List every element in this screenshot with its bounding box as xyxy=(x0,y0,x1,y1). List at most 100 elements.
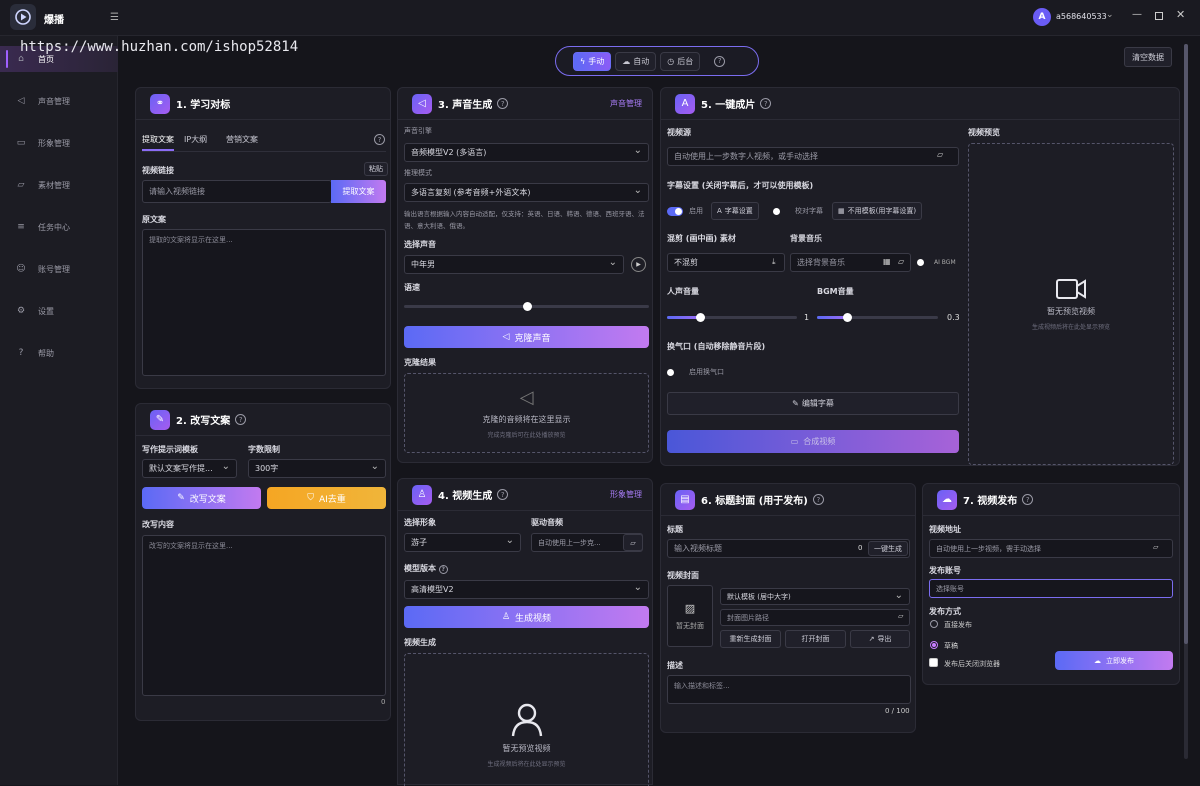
rewrite-text-area[interactable]: 改写的文案将显示在这里... xyxy=(142,535,386,696)
cover-thumbnail[interactable]: ▨ 暂无封面 xyxy=(667,585,713,647)
help-icon[interactable]: ? xyxy=(374,134,385,145)
subtitle-toggle[interactable] xyxy=(667,207,683,216)
paste-button[interactable]: 粘贴 xyxy=(364,162,388,176)
cover-image-path-input[interactable]: 封面图片路径 xyxy=(720,609,910,626)
avatar[interactable]: A xyxy=(1033,8,1051,26)
ai-dedupe-button[interactable]: ⛉ AI去重 xyxy=(267,487,386,509)
card-title: 5. 一键成片 xyxy=(701,100,756,111)
slider-knob[interactable] xyxy=(695,313,705,322)
sidebar-item-accounts[interactable]: ☺ 账号管理 xyxy=(0,256,118,282)
model-select[interactable]: 高清模型V2 xyxy=(404,580,649,599)
close-browser-checkbox[interactable] xyxy=(929,658,938,667)
breath-enable-label: 启用换气口 xyxy=(689,368,724,376)
description-label: 描述 xyxy=(667,661,683,670)
compose-video-button[interactable]: ▭ 合成视频 xyxy=(667,430,959,453)
bgm-input[interactable]: 选择背景音乐 xyxy=(790,253,911,272)
video-source-input[interactable]: 自动使用上一步数字人视频，或手动选择 xyxy=(667,147,959,166)
speed-slider[interactable] xyxy=(404,302,649,311)
help-icon[interactable]: ? xyxy=(235,414,247,425)
no-template-button[interactable]: ▦ 不用模板(用字幕设置) xyxy=(832,202,923,220)
rewrite-content-label: 改写内容 xyxy=(142,520,174,529)
cover-template-select[interactable]: 默认模板 (居中大字) xyxy=(720,588,910,605)
avatar-manage-link[interactable]: 形象管理 xyxy=(610,489,642,500)
sidebar-item-avatar[interactable]: ▭ 形象管理 xyxy=(0,130,118,156)
video-link-input[interactable]: 请输入视频链接 xyxy=(142,180,332,203)
rewrite-button[interactable]: ✎ 改写文案 xyxy=(142,487,261,509)
scrollbar-thumb[interactable] xyxy=(1184,44,1188,644)
template-select[interactable]: 默认文案写作提... xyxy=(142,459,237,478)
folder-icon[interactable]: ▱ xyxy=(937,150,943,159)
maximize-icon[interactable] xyxy=(1155,12,1163,20)
download-icon[interactable]: ⤓ xyxy=(772,257,776,267)
chevron-down-icon[interactable]: ⌄ xyxy=(1106,10,1114,20)
voice-manage-link[interactable]: 声音管理 xyxy=(610,98,642,109)
one-click-generate-button[interactable]: 一键生成 xyxy=(868,541,908,556)
slider-knob[interactable] xyxy=(843,313,853,322)
mode-select[interactable]: 多语言复刻 (参考音频+外语文本) xyxy=(404,183,649,202)
clear-data-button[interactable]: 清空数据 xyxy=(1124,47,1172,67)
user-name[interactable]: a568640533 xyxy=(1056,12,1107,21)
pip-select[interactable]: 不混剪 xyxy=(667,253,785,272)
proof-radio[interactable] xyxy=(773,208,780,215)
close-icon[interactable]: ✕ xyxy=(1176,8,1185,21)
help-icon[interactable]: ? xyxy=(497,489,509,500)
sidebar-item-settings[interactable]: ⚙ 设置 xyxy=(0,298,118,324)
direct-publish-radio[interactable] xyxy=(930,620,938,628)
model-label: 模型版本 ? xyxy=(404,563,448,574)
avatar-select[interactable]: 游子 xyxy=(404,533,521,552)
open-cover-button[interactable]: 打开封面 xyxy=(785,630,846,648)
clone-voice-button[interactable]: ◁ 克隆声音 xyxy=(404,326,649,348)
play-icon[interactable]: ▶ xyxy=(631,257,646,272)
sidebar-item-voice[interactable]: ◁ 声音管理 xyxy=(0,88,118,114)
tab-marketing[interactable]: 营销文案 xyxy=(226,134,258,145)
help-icon[interactable]: ? xyxy=(760,98,772,109)
breath-label: 换气口 (自动移除静音片段) xyxy=(667,342,766,351)
description-text-area[interactable]: 输入描述和标签... xyxy=(667,675,911,704)
help-icon[interactable]: ? xyxy=(1022,494,1034,505)
slider-knob[interactable] xyxy=(522,302,532,311)
generate-video-button[interactable]: ♙ 生成视频 xyxy=(404,606,649,628)
video-address-input[interactable]: 自动使用上一步视频，需手动选择 xyxy=(929,539,1173,558)
folder-icon[interactable]: ▱ xyxy=(1153,543,1158,551)
background-mode-button[interactable]: ◷ 后台 xyxy=(660,51,701,71)
tab-ip-outline[interactable]: IP大纲 xyxy=(184,134,207,145)
engine-select[interactable]: 音频模型V2 (多语言) xyxy=(404,143,649,162)
folder-icon[interactable]: ▱ xyxy=(898,257,904,266)
sidebar-item-material[interactable]: ▱ 素材管理 xyxy=(0,172,118,198)
video-icon: ▭ xyxy=(790,437,799,446)
publish-now-button[interactable]: ☁ 立即发布 xyxy=(1055,651,1173,670)
auto-mode-button[interactable]: ☁ 自动 xyxy=(615,51,657,71)
sidebar-item-tasks[interactable]: ≡ 任务中心 xyxy=(0,214,118,240)
extract-button[interactable]: 提取文案 xyxy=(331,180,386,203)
card-learn: ⚭ 1. 学习对标 提取文案 IP大纲 营销文案 ? 视频链接 粘贴 请输入视频链… xyxy=(135,87,391,389)
publish-method-label: 发布方式 xyxy=(929,607,961,616)
enable-label: 启用 xyxy=(689,207,703,215)
draft-radio[interactable] xyxy=(930,641,938,649)
help-icon[interactable]: ? xyxy=(714,55,726,67)
edit-subtitle-button[interactable]: ✎ 编辑字幕 xyxy=(667,392,959,415)
export-button[interactable]: ↗ 导出 xyxy=(850,630,910,648)
manual-mode-button[interactable]: ϟ 手动 xyxy=(573,51,612,71)
help-icon[interactable]: ? xyxy=(438,565,448,574)
voice-volume-slider[interactable] xyxy=(667,313,797,322)
ai-bgm-radio[interactable] xyxy=(917,259,924,266)
count-limit-select[interactable]: 300字 xyxy=(248,459,386,478)
card-title: 7. 视频发布 xyxy=(963,496,1018,507)
help-icon[interactable]: ? xyxy=(497,98,509,109)
voice-select[interactable]: 中年男 xyxy=(404,255,624,274)
folder-icon[interactable]: ▱ xyxy=(898,612,903,620)
breath-radio[interactable] xyxy=(667,369,674,376)
bgm-volume-slider[interactable] xyxy=(817,313,938,322)
account-select[interactable]: 选择账号 xyxy=(929,579,1173,598)
subtitle-settings-button[interactable]: A 字幕设置 xyxy=(711,202,759,220)
original-text-area[interactable]: 提取的文案将显示在这里... xyxy=(142,229,386,376)
help-icon[interactable]: ? xyxy=(812,494,824,505)
regenerate-cover-button[interactable]: 重新生成封面 xyxy=(720,630,781,648)
grid-icon[interactable]: ▦ xyxy=(883,257,891,266)
tab-extract[interactable]: 提取文案 xyxy=(142,134,174,145)
folder-icon[interactable]: ▱ xyxy=(623,534,643,551)
card-title: 2. 改写文案 xyxy=(176,416,231,427)
minimize-icon[interactable]: — xyxy=(1132,9,1142,20)
collapse-menu-icon[interactable]: ☰ xyxy=(110,12,119,23)
sidebar-item-help[interactable]: ? 帮助 xyxy=(0,340,118,366)
